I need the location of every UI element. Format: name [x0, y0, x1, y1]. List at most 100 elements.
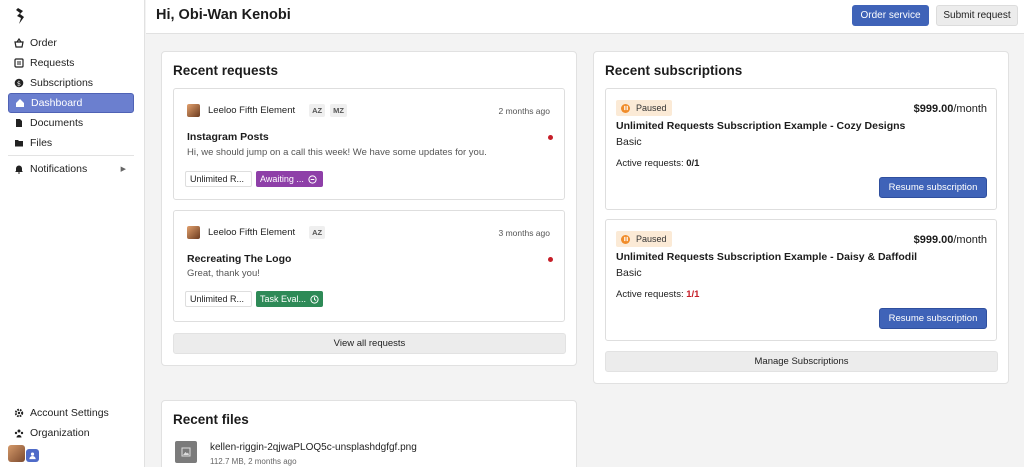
avatar[interactable]: [8, 445, 25, 462]
request-card[interactable]: Leeloo Fifth Element AZ 3 months ago Rec…: [173, 210, 565, 322]
sidebar-item-account-settings[interactable]: Account Settings: [8, 403, 134, 423]
user-profile[interactable]: [8, 445, 39, 462]
active-requests: Active requests: 1/1: [616, 289, 699, 300]
request-time: 3 months ago: [498, 228, 550, 238]
sidebar-item-order[interactable]: Order: [8, 33, 134, 53]
list-icon: [14, 58, 24, 68]
gear-icon: [14, 408, 24, 418]
request-author: Leeloo Fifth Element AZ MZ: [187, 104, 352, 117]
request-title[interactable]: Instagram Posts: [187, 131, 269, 143]
request-tags: Unlimited R... Task Eval...: [185, 291, 323, 307]
order-service-button[interactable]: Order service: [852, 5, 929, 26]
sidebar-divider: [8, 155, 134, 156]
organization-badge-icon: [26, 449, 39, 462]
basket-icon: [14, 38, 24, 48]
folder-icon: [14, 138, 24, 148]
view-all-requests-button[interactable]: View all requests: [173, 333, 566, 354]
price-amount: $999.00: [913, 234, 954, 246]
request-time: 2 months ago: [498, 106, 550, 116]
manage-subscriptions-button[interactable]: Manage Subscriptions: [605, 351, 998, 372]
subscription-plan: Basic: [616, 267, 642, 279]
pause-icon: [621, 234, 630, 244]
chevron-right-icon[interactable]: ▶: [121, 165, 126, 173]
sidebar: Order Requests $ Subscriptions Dashboard…: [0, 0, 145, 467]
topbar: Hi, Obi-Wan Kenobi Order service Submit …: [146, 0, 1024, 34]
sidebar-item-label: Account Settings: [30, 407, 109, 419]
active-requests-label: Active requests:: [616, 289, 684, 300]
file-item[interactable]: kellen-riggin-2qjwaPLOQ5c-unsplashdgfgf.…: [175, 441, 417, 466]
subscription-name: Unlimited Requests Subscription Example …: [616, 251, 918, 263]
recent-subscriptions-panel: Recent subscriptions Paused $999.00/mont…: [593, 51, 1009, 384]
pause-icon: [621, 103, 630, 113]
price-period: /month: [953, 234, 987, 246]
status-label: Paused: [636, 103, 667, 113]
page-greeting: Hi, Obi-Wan Kenobi: [156, 7, 291, 23]
plan-tag: Unlimited R...: [185, 171, 252, 187]
price-period: /month: [953, 103, 987, 115]
sidebar-nav: Order Requests $ Subscriptions Dashboard…: [8, 33, 134, 179]
sidebar-item-subscriptions[interactable]: $ Subscriptions: [8, 73, 134, 93]
active-requests-total: /1: [691, 289, 700, 300]
request-title[interactable]: Recreating The Logo: [187, 253, 291, 265]
status-label: Task Eval...: [260, 294, 307, 304]
sidebar-item-label: Requests: [30, 57, 75, 69]
request-preview: Hi, we should jump on a call this week! …: [187, 147, 487, 158]
pending-icon: [308, 174, 317, 184]
clock-icon: [310, 294, 319, 304]
status-badge: Paused: [616, 100, 672, 116]
file-meta: 112.7 MB, 2 months ago: [210, 457, 297, 466]
request-preview: Great, thank you!: [187, 268, 260, 279]
author-name: Leeloo Fifth Element: [208, 227, 296, 238]
coin-icon: $: [14, 78, 24, 88]
sidebar-item-requests[interactable]: Requests: [8, 53, 134, 73]
sidebar-item-notifications[interactable]: Notifications ▶: [8, 159, 134, 179]
file-info: kellen-riggin-2qjwaPLOQ5c-unsplashdgfgf.…: [210, 441, 417, 466]
sidebar-item-label: Order: [30, 37, 57, 49]
status-badge: Paused: [616, 231, 672, 247]
price-amount: $999.00: [913, 103, 954, 115]
request-author: Leeloo Fifth Element AZ: [187, 226, 330, 239]
panel-title: Recent requests: [173, 63, 279, 78]
sidebar-item-documents[interactable]: Documents: [8, 113, 134, 133]
author-avatar: [187, 104, 200, 117]
panel-title: Recent subscriptions: [605, 63, 743, 78]
sidebar-item-organization[interactable]: Organization: [8, 423, 134, 443]
assignee-tag: MZ: [330, 104, 347, 117]
sidebar-bottom-nav: Account Settings Organization: [8, 403, 134, 443]
active-requests: Active requests: 0/1: [616, 158, 699, 169]
assignee-tag: AZ: [309, 226, 326, 239]
active-requests-label: Active requests:: [616, 158, 684, 169]
subscription-plan: Basic: [616, 136, 642, 148]
sidebar-item-files[interactable]: Files: [8, 133, 134, 153]
subscription-card[interactable]: Paused $999.00/month Unlimited Requests …: [605, 219, 997, 341]
status-badge: Task Eval...: [256, 291, 323, 307]
brand-logo-icon[interactable]: [14, 7, 28, 25]
sidebar-item-dashboard[interactable]: Dashboard: [8, 93, 134, 113]
resume-subscription-button[interactable]: Resume subscription: [879, 308, 987, 329]
subscription-price: $999.00/month: [914, 103, 987, 115]
author-avatar: [187, 226, 200, 239]
assignee-tag: AZ: [309, 104, 326, 117]
subscription-card[interactable]: Paused $999.00/month Unlimited Requests …: [605, 88, 997, 210]
subscription-price: $999.00/month: [914, 234, 987, 246]
submit-request-button[interactable]: Submit request: [936, 5, 1018, 26]
document-icon: [14, 118, 24, 128]
recent-requests-panel: Recent requests Leeloo Fifth Element AZ …: [161, 51, 577, 366]
request-card[interactable]: Leeloo Fifth Element AZ MZ 2 months ago …: [173, 88, 565, 200]
team-icon: [14, 428, 24, 438]
bell-icon: [14, 164, 24, 174]
image-file-icon: [175, 441, 197, 463]
home-icon: [15, 98, 25, 108]
file-name[interactable]: kellen-riggin-2qjwaPLOQ5c-unsplashdgfgf.…: [210, 442, 417, 453]
active-requests-value: 0/1: [686, 158, 700, 169]
resume-subscription-button[interactable]: Resume subscription: [879, 177, 987, 198]
status-label: Paused: [636, 234, 667, 244]
sidebar-item-label: Subscriptions: [30, 77, 94, 89]
status-badge: Awaiting ...: [256, 171, 323, 187]
unread-dot-icon: [548, 135, 553, 140]
recent-files-panel: Recent files kellen-riggin-2qjwaPLOQ5c-u…: [161, 400, 577, 467]
svg-text:$: $: [17, 80, 21, 88]
sidebar-item-label: Notifications: [30, 163, 88, 175]
status-label: Awaiting ...: [260, 174, 304, 184]
plan-tag: Unlimited R...: [185, 291, 252, 307]
